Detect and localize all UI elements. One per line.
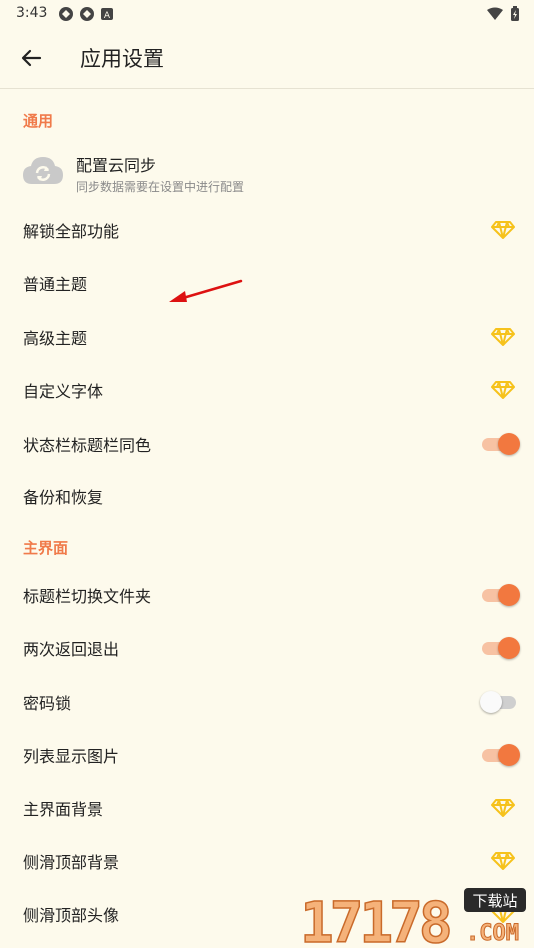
setting-label: 主界面背景	[23, 800, 104, 819]
app-notification-icon	[59, 7, 73, 21]
password-lock-toggle[interactable]	[480, 691, 520, 713]
setting-label: 两次返回退出	[23, 640, 120, 659]
keyboard-icon: A	[101, 8, 113, 21]
setting-label: 侧滑顶部背景	[23, 853, 120, 872]
premium-gem-icon	[491, 852, 515, 870]
setting-label: 普通主题	[23, 275, 88, 294]
status-system-icons	[486, 6, 520, 22]
premium-gem-icon	[491, 328, 515, 346]
status-bar: 3:43 A	[0, 0, 534, 28]
setting-unlock-all[interactable]: 解锁全部功能	[0, 204, 534, 256]
setting-label: 状态栏标题栏同色	[23, 436, 152, 455]
setting-custom-font[interactable]: 自定义字体	[0, 364, 534, 416]
svg-text:A: A	[104, 11, 111, 21]
battery-icon	[511, 6, 519, 21]
setting-password-lock[interactable]: 密码锁	[0, 676, 534, 728]
page-title: 应用设置	[80, 47, 164, 71]
setting-label: 列表显示图片	[23, 747, 120, 766]
wifi-icon	[487, 7, 503, 20]
back-button[interactable]	[14, 42, 48, 74]
setting-main-background[interactable]: 主界面背景	[0, 782, 534, 834]
setting-label: 标题栏切换文件夹	[23, 587, 152, 606]
site-watermark: 17178 下载站 .COM	[299, 888, 526, 946]
double-back-toggle[interactable]	[480, 637, 520, 659]
setting-label: 密码锁	[23, 694, 72, 713]
setting-label: 解锁全部功能	[23, 222, 120, 241]
setting-list-show-images[interactable]: 列表显示图片	[0, 729, 534, 781]
cloud-sync-subtitle: 同步数据需要在设置中进行配置	[76, 180, 245, 194]
setting-titlebar-switch-folder[interactable]: 标题栏切换文件夹	[0, 569, 534, 621]
setting-drawer-top-background[interactable]: 侧滑顶部背景	[0, 835, 534, 887]
status-time: 3:43	[16, 5, 48, 21]
section-header-main-screen: 主界面	[23, 539, 69, 557]
premium-gem-icon	[491, 221, 515, 239]
setting-premium-theme[interactable]: 高级主题	[0, 311, 534, 363]
status-notification-icons: A	[58, 6, 114, 22]
watermark-badge: 下载站	[472, 892, 517, 910]
cloud-sync-icon	[23, 157, 63, 184]
watermark-digits: 17178	[300, 891, 450, 946]
section-header-general: 通用	[23, 112, 54, 130]
titlebar-folder-toggle[interactable]	[480, 584, 520, 606]
setting-backup-restore[interactable]: 备份和恢复	[0, 470, 534, 522]
setting-normal-theme[interactable]: 普通主题	[0, 257, 534, 309]
annotation-arrow-icon	[169, 279, 243, 302]
setting-label: 自定义字体	[23, 382, 104, 401]
cloud-sync-item[interactable]: 配置云同步 同步数据需要在设置中进行配置	[0, 140, 534, 202]
setting-label: 高级主题	[23, 329, 88, 348]
setting-label: 备份和恢复	[23, 488, 104, 507]
cloud-sync-title: 配置云同步	[76, 156, 157, 175]
arrow-back-icon	[21, 49, 42, 67]
setting-statusbar-same-color[interactable]: 状态栏标题栏同色	[0, 418, 534, 470]
app-notification-icon	[80, 7, 94, 21]
premium-gem-icon	[491, 381, 515, 399]
statusbar-color-toggle[interactable]	[480, 433, 520, 455]
premium-gem-icon	[491, 799, 515, 817]
setting-double-back-exit[interactable]: 两次返回退出	[0, 622, 534, 674]
app-bar: 应用设置	[0, 28, 534, 89]
setting-label: 侧滑顶部头像	[23, 906, 120, 925]
list-images-toggle[interactable]	[480, 744, 520, 766]
watermark-domain: .COM	[466, 921, 519, 946]
